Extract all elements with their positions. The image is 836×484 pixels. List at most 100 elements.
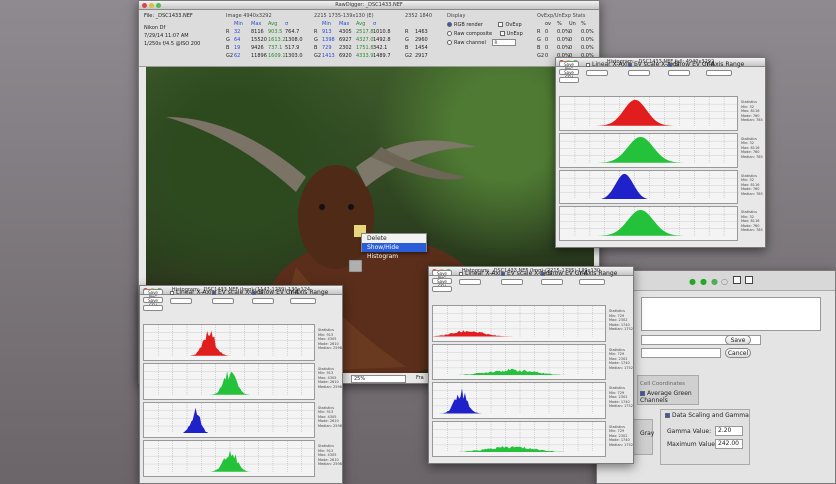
range-select[interactable] — [459, 279, 481, 285]
grid-select[interactable] — [668, 70, 690, 76]
save-png-button[interactable]: Save PNG — [559, 61, 579, 72]
preset-select[interactable] — [641, 348, 721, 358]
stat-line: Median: 1752 — [609, 327, 633, 331]
raw-channel-radio[interactable]: Raw channel R — [447, 39, 537, 48]
histogram-window-center: Histogram: _DSC1433.NEF (Img)-(2215-1735… — [428, 266, 634, 464]
stats-row: G 1398 6927 4327.01492.8 — [314, 36, 399, 44]
channel-label: G2 — [226, 53, 234, 59]
window-title: RawDigger: _DSC1433.NEF — [335, 2, 403, 8]
grid-select[interactable] — [252, 298, 274, 304]
stats-cell: 1413 — [322, 53, 335, 59]
stop-icon[interactable]: ○ — [721, 277, 728, 286]
stats-cell: 8116 — [251, 29, 264, 35]
shot-date: 7/29/14 11:07 AM — [144, 33, 189, 39]
next-icon[interactable]: ● — [700, 277, 707, 286]
channel-select[interactable]: R — [491, 39, 516, 46]
save-csv-button[interactable]: Save CSV — [559, 69, 579, 80]
rgb-render-radio[interactable]: RGB render OvExp — [447, 21, 537, 30]
ovexp-cell: 0.0% — [557, 37, 570, 43]
max-label: Maximum Value: — [667, 441, 717, 448]
display-title: Display — [447, 13, 466, 19]
save-png-button[interactable]: Save PNG — [432, 270, 452, 281]
histogram-stats: Statistics Min: 32 Max: 8116 Mode: 760 Media… — [741, 100, 763, 123]
gamma-field[interactable]: 2.20 — [715, 426, 743, 436]
stat-line: Mode: 760 — [741, 187, 760, 191]
histogram-panel-g — [432, 343, 607, 380]
linear-x-checkbox[interactable]: Linear X-Axis — [170, 289, 215, 296]
refresh-icon[interactable]: ● — [711, 277, 718, 286]
stats-cell: 6920 — [339, 53, 352, 59]
ev-select[interactable] — [212, 298, 234, 304]
linear-x-checkbox[interactable]: Linear X-Axis — [459, 270, 504, 277]
histogram-panel-r — [559, 96, 739, 131]
histogram-plot — [560, 207, 739, 236]
y-range-select[interactable] — [579, 279, 605, 285]
save-all-button[interactable] — [559, 77, 579, 83]
ovexp-stats: OvExp/UnExp Stats ov% Un% R 0 0.0%0 0.0% G 0 0.0… — [537, 12, 599, 60]
histogram-stats: Statistics Min: 729 Max: 2302 Mode: 1740 Med… — [609, 348, 633, 371]
ovexp-cell: G2 — [537, 53, 545, 59]
menu-delete[interactable]: Delete — [362, 234, 426, 243]
save-csv-button[interactable]: Save CSV — [143, 297, 163, 308]
col-header: σ — [373, 21, 377, 27]
cancel-button[interactable]: Cancel — [725, 348, 751, 358]
ovexp-checkbox[interactable]: OvExp — [505, 22, 521, 28]
y-range-select[interactable] — [706, 70, 732, 76]
menu-show-hide-histogram[interactable]: Show/Hide Histogram — [362, 243, 426, 260]
pixel-row: G2 2917 — [405, 52, 445, 60]
ev-select[interactable] — [501, 279, 523, 285]
channel-label: B — [226, 45, 230, 51]
histogram-panel-r — [143, 324, 316, 361]
stat-line: Median: 1752 — [609, 404, 633, 408]
stat-line: Median: 1752 — [609, 442, 633, 447]
avg-green-checkbox[interactable]: Average Green Channels — [638, 387, 698, 404]
col-header: Avg — [356, 21, 366, 27]
status-text: Fra — [416, 375, 424, 381]
pixel-channel: R — [405, 29, 409, 35]
pixel-value: 2917 — [415, 53, 428, 59]
zoom-button[interactable] — [156, 3, 161, 8]
stats-cell: 64 — [234, 37, 241, 43]
save-csv-button[interactable]: Save CSV — [432, 278, 452, 289]
histogram-plot — [433, 344, 607, 375]
ev-select[interactable] — [628, 70, 650, 76]
window-icon[interactable] — [733, 276, 741, 284]
save-png-button[interactable]: Save PNG — [143, 289, 163, 300]
selection-stats-header: 2215 1735-139x130 (E) — [314, 13, 374, 19]
file-name: _DSC1433.NEF — [155, 13, 193, 19]
stats-cell: 11896 — [251, 53, 267, 59]
exposure-info: 1/250s f/4.5 @ISO 200 — [144, 41, 201, 47]
range-select[interactable] — [586, 70, 608, 76]
max-field[interactable]: 242.00 — [715, 439, 743, 449]
col-header: Max — [251, 21, 262, 27]
stats-cell: 6927 — [339, 37, 352, 43]
stats-cell: 1613.2 — [268, 37, 286, 43]
histogram-panel-g2 — [559, 206, 739, 241]
zoom-select[interactable]: 25% — [351, 375, 406, 383]
minimize-button[interactable] — [149, 3, 154, 8]
linear-x-checkbox[interactable]: Linear X-Axis — [586, 61, 631, 68]
save-button[interactable]: Save — [725, 335, 751, 345]
channel-label: R — [314, 29, 318, 35]
grid-icon[interactable] — [745, 276, 753, 284]
stat-line: Mode: 2610 — [318, 419, 339, 423]
y-range-select[interactable] — [290, 298, 316, 304]
histogram-panel-r — [432, 305, 607, 342]
unexp-checkbox[interactable]: UnExp — [507, 31, 523, 37]
ovexp-subheader: Un — [569, 21, 576, 27]
raw-composite-radio[interactable]: Raw composite UnExp — [447, 30, 537, 39]
save-all-button[interactable] — [143, 305, 163, 311]
play-icon[interactable]: ● — [689, 277, 696, 286]
histogram-stats: Statistics Min: 913 Max: 4305 Mode: 2610 Med… — [318, 367, 342, 390]
range-select[interactable] — [170, 298, 192, 304]
close-button[interactable] — [142, 3, 147, 8]
save-all-button[interactable] — [432, 286, 452, 292]
stats-cell: 9426 — [251, 45, 264, 51]
grid-select[interactable] — [541, 279, 563, 285]
stats-cell: 1308.0 — [285, 37, 303, 43]
notes-field[interactable] — [641, 297, 821, 331]
stats-cell: 903.5 — [268, 29, 283, 35]
stats-cell: 19 — [234, 45, 241, 51]
pixel-value: 1454 — [415, 45, 428, 51]
data-scaling-checkbox[interactable]: Data Scaling and Gamma — [665, 412, 749, 419]
